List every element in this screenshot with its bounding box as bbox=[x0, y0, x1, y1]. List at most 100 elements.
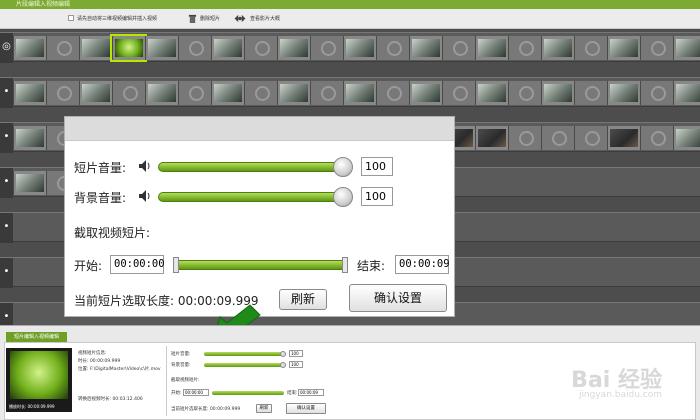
end-time-input[interactable]: 00:00:09 bbox=[395, 255, 450, 274]
timeline-track[interactable]: ◎ bbox=[0, 32, 700, 63]
refresh-button[interactable]: 刷新 bbox=[279, 289, 327, 310]
bg-volume-slider[interactable] bbox=[158, 192, 348, 202]
clip-thumbnail[interactable] bbox=[13, 171, 46, 195]
divider bbox=[166, 346, 167, 416]
bg-volume-knob[interactable] bbox=[333, 187, 353, 207]
trash-icon[interactable] bbox=[188, 14, 197, 23]
empty-frame[interactable] bbox=[640, 81, 673, 105]
start-time-input[interactable]: 00:00:00 bbox=[110, 255, 165, 274]
empty-frame[interactable] bbox=[310, 81, 343, 105]
trim-range-track[interactable] bbox=[175, 260, 347, 270]
empty-frame[interactable] bbox=[310, 36, 343, 60]
preview-duration: 播放时长: 00:00:09.999 bbox=[9, 404, 55, 409]
empty-frame[interactable] bbox=[376, 81, 409, 105]
small-bg-volume-label: 背景音量: bbox=[171, 363, 191, 368]
preview-movie-button[interactable]: 查看影片大概 bbox=[250, 15, 280, 22]
clip-thumbnail[interactable] bbox=[79, 81, 112, 105]
small-bg-volume-input[interactable]: 100 bbox=[289, 361, 303, 368]
film-strip bbox=[13, 81, 700, 105]
empty-frame[interactable] bbox=[640, 126, 673, 150]
empty-frame[interactable] bbox=[508, 81, 541, 105]
clip-thumbnail[interactable] bbox=[607, 126, 640, 150]
clip-thumbnail[interactable] bbox=[79, 36, 112, 60]
bg-volume-label: 背景音量: bbox=[74, 191, 127, 205]
trim-start-handle[interactable] bbox=[173, 257, 179, 273]
empty-frame[interactable] bbox=[574, 126, 607, 150]
small-trim-label: 截取视频短片: bbox=[171, 378, 200, 383]
empty-frame[interactable] bbox=[376, 36, 409, 60]
small-clip-volume-input[interactable]: 100 bbox=[289, 350, 303, 357]
empty-frame[interactable] bbox=[46, 81, 79, 105]
speaker-icon[interactable] bbox=[138, 189, 152, 203]
window-title: 片段编辑入视频编辑 bbox=[0, 0, 700, 9]
clip-thumbnail[interactable] bbox=[541, 36, 574, 60]
bottom-tab[interactable]: 短片编辑入视频编辑 bbox=[6, 332, 68, 342]
clip-thumbnail[interactable] bbox=[13, 36, 46, 60]
clip-thumbnail[interactable] bbox=[673, 126, 700, 150]
clip-thumbnail[interactable] bbox=[110, 34, 147, 62]
empty-frame[interactable] bbox=[574, 81, 607, 105]
small-bg-volume-slider[interactable] bbox=[204, 363, 284, 367]
info-duration: 时长: 00:00:09.999 bbox=[78, 359, 121, 364]
empty-frame[interactable] bbox=[178, 81, 211, 105]
timeline-track[interactable]: • bbox=[0, 77, 700, 108]
converted-duration: 转换后视频时长: 00:03:12.406 bbox=[78, 397, 143, 402]
dialog-header bbox=[65, 117, 454, 141]
small-bg-volume-knob[interactable] bbox=[280, 362, 286, 368]
empty-frame[interactable] bbox=[541, 126, 574, 150]
clip-thumbnail[interactable] bbox=[475, 126, 508, 150]
empty-frame[interactable] bbox=[46, 36, 79, 60]
empty-frame[interactable] bbox=[244, 81, 277, 105]
speaker-icon[interactable] bbox=[138, 159, 152, 173]
empty-frame[interactable] bbox=[508, 36, 541, 60]
empty-frame[interactable] bbox=[112, 81, 145, 105]
clip-thumbnail[interactable] bbox=[277, 81, 310, 105]
clip-volume-input[interactable]: 100 bbox=[361, 157, 393, 176]
clip-thumbnail[interactable] bbox=[13, 126, 46, 150]
empty-frame[interactable] bbox=[178, 36, 211, 60]
small-start-input[interactable]: 00:00:00 bbox=[183, 389, 209, 396]
empty-frame[interactable] bbox=[442, 81, 475, 105]
empty-frame[interactable] bbox=[442, 36, 475, 60]
small-clip-volume-slider[interactable] bbox=[204, 352, 284, 356]
confirm-settings-button[interactable]: 确认设置 bbox=[349, 284, 447, 312]
clip-thumbnail[interactable] bbox=[145, 81, 178, 105]
clip-thumbnail[interactable] bbox=[607, 36, 640, 60]
trim-end-handle[interactable] bbox=[342, 257, 348, 273]
clip-thumbnail[interactable] bbox=[13, 81, 46, 105]
clip-thumbnail[interactable] bbox=[145, 36, 178, 60]
small-clip-volume-knob[interactable] bbox=[280, 351, 286, 357]
empty-frame[interactable] bbox=[640, 36, 673, 60]
clip-thumbnail[interactable] bbox=[211, 81, 244, 105]
track-marker-icon: • bbox=[0, 258, 13, 288]
empty-frame[interactable] bbox=[508, 126, 541, 150]
start-label: 开始: bbox=[74, 259, 103, 273]
empty-frame[interactable] bbox=[244, 36, 277, 60]
track-marker-icon: • bbox=[0, 168, 13, 198]
clip-thumbnail[interactable] bbox=[541, 81, 574, 105]
clip-thumbnail[interactable] bbox=[475, 36, 508, 60]
small-trim-track[interactable] bbox=[212, 391, 284, 395]
clip-thumbnail[interactable] bbox=[607, 81, 640, 105]
track-marker-icon: • bbox=[0, 78, 13, 108]
clip-thumbnail[interactable] bbox=[673, 36, 700, 60]
bg-volume-input[interactable]: 100 bbox=[361, 187, 393, 206]
small-end-input[interactable]: 00:00:09 bbox=[298, 389, 324, 396]
small-confirm-button[interactable]: 确认设置 bbox=[286, 403, 326, 414]
clip-thumbnail[interactable] bbox=[673, 81, 700, 105]
clip-thumbnail[interactable] bbox=[343, 81, 376, 105]
preview-icon[interactable] bbox=[233, 14, 247, 23]
clip-thumbnail[interactable] bbox=[343, 36, 376, 60]
clip-volume-slider[interactable] bbox=[158, 162, 348, 172]
clip-thumbnail[interactable] bbox=[409, 36, 442, 60]
small-refresh-button[interactable]: 刷新 bbox=[256, 404, 272, 413]
clip-volume-knob[interactable] bbox=[333, 157, 353, 177]
clip-thumbnail[interactable] bbox=[409, 81, 442, 105]
empty-frame[interactable] bbox=[574, 36, 607, 60]
clip-thumbnail[interactable] bbox=[475, 81, 508, 105]
clip-settings-dialog: 短片音量: 100 背景音量: 100 截取视频短片: 开始: 00:00:00… bbox=[64, 116, 455, 317]
delete-clip-button[interactable]: 删除短片 bbox=[200, 15, 220, 22]
auto-insert-checkbox[interactable] bbox=[68, 15, 74, 21]
clip-thumbnail[interactable] bbox=[277, 36, 310, 60]
clip-thumbnail[interactable] bbox=[211, 36, 244, 60]
